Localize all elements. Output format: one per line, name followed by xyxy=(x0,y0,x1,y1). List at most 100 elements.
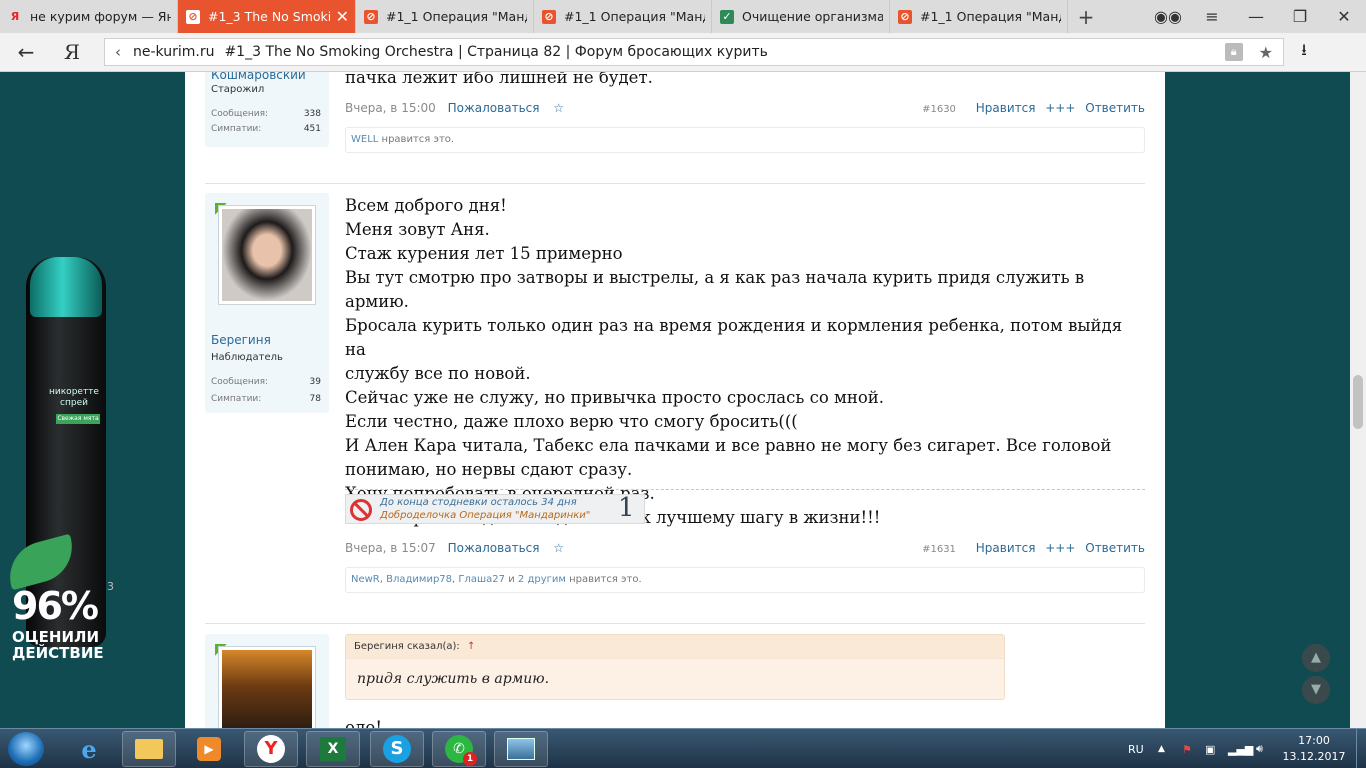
post-author-panel: Берегиня Наблюдатель Сообщения: 39 Симпат… xyxy=(205,193,329,413)
new-tab-button[interactable]: + xyxy=(1068,0,1104,33)
tab-operation-3[interactable]: ⊘ #1_1 Операция "Манда xyxy=(890,0,1068,33)
post-line: Вы тут смотрю про затворы и выстрелы, а … xyxy=(345,268,1085,311)
download-icon[interactable]: ⭳ xyxy=(1284,39,1324,66)
post-line: Сейчас уже не служу, но привычка просто … xyxy=(345,388,885,407)
like-link[interactable]: Нравится xyxy=(976,541,1036,555)
post-line: понимаю, но нервы сдают сразу. xyxy=(345,460,633,479)
url-domain: ne-kurim.ru xyxy=(133,44,215,60)
spray-cap-image xyxy=(30,257,102,317)
username-link[interactable]: Берегиня xyxy=(205,333,271,347)
post-number[interactable]: #1630 xyxy=(922,104,956,115)
quote-jump-arrow-icon[interactable]: ↑ xyxy=(467,641,475,652)
no-smoking-icon xyxy=(350,499,372,521)
device-icon[interactable]: ▣ xyxy=(1205,729,1215,768)
bookmark-star-icon[interactable]: ☆ xyxy=(553,101,564,115)
scrollbar-thumb[interactable] xyxy=(1353,375,1363,429)
reply-link[interactable]: Ответить xyxy=(1085,541,1145,555)
liked-user-link[interactable]: NewR xyxy=(351,574,380,585)
page-scrollbar[interactable] xyxy=(1350,72,1366,728)
username-link[interactable]: Кошмаровский xyxy=(205,72,329,82)
yandex-logo[interactable]: Я xyxy=(52,40,92,64)
ad-line-2: ДЕЙСТВИЕ xyxy=(12,644,104,662)
yandex-browser-icon[interactable]: Y xyxy=(244,731,298,767)
tab-no-smoking-orchestra[interactable]: ⊘ #1_3 The No Smoking ✕ xyxy=(178,0,356,33)
quote-block: Берегиня сказал(а): ↑ придя служить в ар… xyxy=(345,634,1005,700)
tab-operation-2[interactable]: ⊘ #1_1 Операция "Манда xyxy=(534,0,712,33)
tab-label: #1_1 Операция "Манда xyxy=(386,9,527,24)
reply-link[interactable]: Ответить xyxy=(1085,101,1145,115)
scroll-down-button[interactable]: ▼ xyxy=(1302,676,1330,704)
show-desktop-button[interactable] xyxy=(1356,729,1366,768)
whatsapp-icon[interactable]: ✆ 1 xyxy=(432,731,486,767)
ad-brand-label: никоретте спрей xyxy=(49,387,99,408)
tab-label: #1_1 Операция "Манда xyxy=(920,9,1061,24)
report-link[interactable]: Пожаловаться xyxy=(448,101,540,115)
post-line: службу все по новой. xyxy=(345,364,531,383)
clock-date: 13.12.2017 xyxy=(1282,750,1346,763)
forum-content: Кошмаровский Старожил Сообщения: 338 Симп… xyxy=(185,72,1165,728)
likes-and: и xyxy=(508,574,515,585)
plus-link[interactable]: +++ xyxy=(1045,101,1075,115)
photo-viewer-icon[interactable] xyxy=(494,731,548,767)
close-window-button[interactable]: ✕ xyxy=(1322,7,1366,26)
quote-text: придя служить в армию. xyxy=(357,671,550,687)
menu-icon[interactable]: ≡ xyxy=(1190,7,1234,26)
post-author-panel: Кошмаровский Старожил Сообщения: 338 Симп… xyxy=(205,72,329,147)
restore-button[interactable]: ❐ xyxy=(1278,7,1322,26)
volume-icon[interactable]: 🔊︎ xyxy=(1256,729,1263,768)
tab-cleansing[interactable]: ✓ Очищение организма г xyxy=(712,0,890,33)
url-page-title: #1_3 The No Smoking Orchestra | Страница… xyxy=(224,44,768,60)
url-field[interactable]: ‹ ne-kurim.ru #1_3 The No Smoking Orches… xyxy=(104,38,1284,66)
report-link[interactable]: Пожаловаться xyxy=(448,541,540,555)
post-separator xyxy=(205,623,1145,624)
reload-icon[interactable]: ‹ xyxy=(115,43,121,61)
flag-warning-icon[interactable]: ⚑ xyxy=(1182,729,1192,768)
post-number[interactable]: #1631 xyxy=(922,544,956,555)
bookmark-star-icon[interactable]: ★ xyxy=(1259,43,1273,62)
tab-operation-1[interactable]: ⊘ #1_1 Операция "Манда xyxy=(356,0,534,33)
liked-user-link[interactable]: Владимир78 xyxy=(386,574,452,585)
post-author-panel xyxy=(205,634,329,728)
incognito-glasses-icon[interactable]: ◉◉ xyxy=(1146,7,1190,26)
post-body: Всем доброго дня! Меня зовут Аня. Стаж к… xyxy=(345,194,1145,530)
user-likes-stat: Симпатии: 451 xyxy=(211,124,321,134)
plus-link[interactable]: +++ xyxy=(1045,541,1075,555)
avatar[interactable] xyxy=(218,205,316,305)
liked-user-link[interactable]: Глаша27 xyxy=(458,574,505,585)
like-link[interactable]: Нравится xyxy=(976,101,1036,115)
back-arrow-icon[interactable]: ← xyxy=(0,40,52,64)
signature-ticker[interactable]: До конца стодневки осталось 34 дня Добро… xyxy=(345,493,645,524)
tab-label: #1_3 The No Smoking xyxy=(208,9,330,24)
close-tab-icon[interactable]: ✕ xyxy=(336,7,349,26)
liked-others-link[interactable]: 2 другим xyxy=(518,574,566,585)
language-indicator[interactable]: RU xyxy=(1128,729,1144,768)
no-smoking-icon: ⊘ xyxy=(364,9,378,24)
likes-summary: NewR, Владимир78, Глаша27 и 2 другим нра… xyxy=(345,567,1145,593)
bookmark-star-icon[interactable]: ☆ xyxy=(553,541,564,555)
post-time[interactable]: Вчера, в 15:00 xyxy=(345,101,436,115)
post-time[interactable]: Вчера, в 15:07 xyxy=(345,541,436,555)
post-line: Бросала курить только один раз на время … xyxy=(345,316,1123,359)
ticker-number: 1 xyxy=(618,493,635,523)
show-hidden-icons[interactable]: ▲ xyxy=(1158,729,1165,768)
post-line: Всем доброго дня! xyxy=(345,196,507,215)
nicorette-advertisement[interactable]: никоретте спрей Свежая мята 96% 3 ОЦЕНИЛИ… xyxy=(0,72,185,728)
start-button[interactable] xyxy=(8,732,44,766)
skype-icon[interactable]: S xyxy=(370,731,424,767)
tab-yandex-search[interactable]: Я не курим форум — Янд xyxy=(0,0,178,33)
minimize-button[interactable]: — xyxy=(1234,7,1278,26)
system-clock[interactable]: 17:00 13.12.2017 xyxy=(1282,733,1346,765)
network-signal-icon[interactable]: ▂▄▆ xyxy=(1228,729,1253,768)
avatar[interactable] xyxy=(218,646,316,728)
signature-divider xyxy=(345,489,1145,490)
internet-explorer-icon[interactable]: e xyxy=(62,731,116,767)
liked-user-link[interactable]: WELL xyxy=(351,134,378,145)
user-role: Старожил xyxy=(211,84,265,95)
scroll-up-button[interactable]: ▲ xyxy=(1302,644,1330,672)
file-explorer-icon[interactable] xyxy=(122,731,176,767)
lock-icon[interactable]: 🔒︎ xyxy=(1224,43,1243,61)
media-player-icon[interactable]: ▶ xyxy=(182,731,236,767)
windows-taskbar: e ▶ Y X S ✆ 1 RU ▲ ⚑ ▣ ▂▄▆ 🔊︎ 17:00 13.1… xyxy=(0,728,1366,768)
post-line: Если честно, даже плохо верю что смогу б… xyxy=(345,412,798,431)
excel-icon[interactable]: X xyxy=(306,731,360,767)
